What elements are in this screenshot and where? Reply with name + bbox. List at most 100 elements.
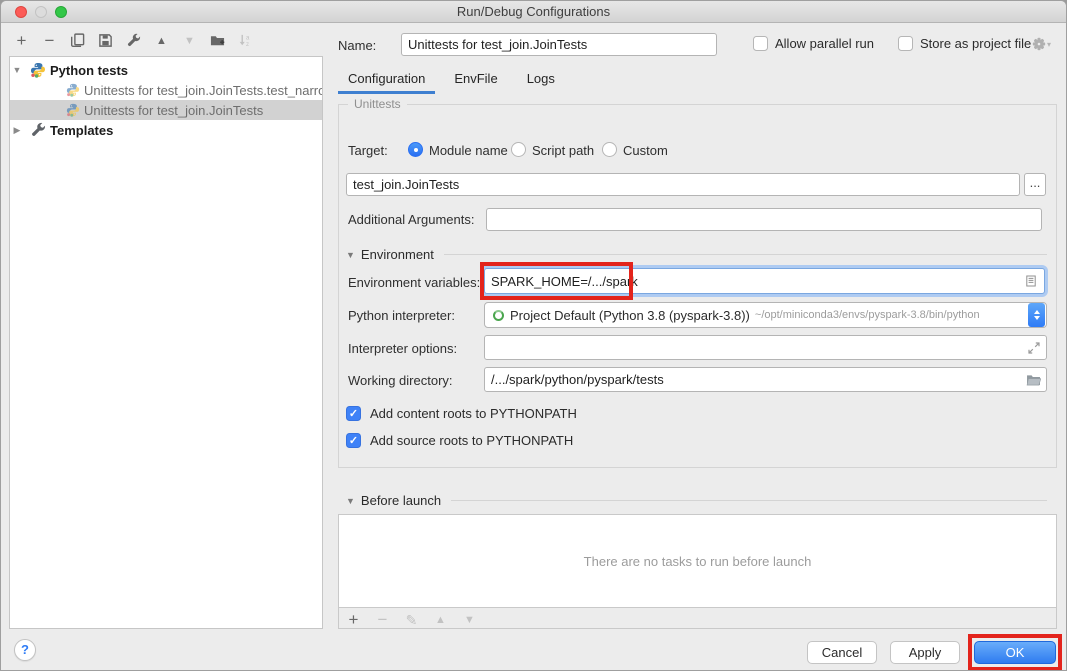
expand-field-button[interactable] bbox=[1027, 341, 1041, 355]
new-folder-icon bbox=[210, 33, 225, 48]
sort-configurations-button[interactable] bbox=[237, 32, 254, 49]
minimize-window-icon[interactable] bbox=[35, 6, 47, 18]
remove-task-button[interactable]: − bbox=[374, 612, 391, 629]
chevron-down-icon: ▼ bbox=[346, 250, 355, 260]
python-test-icon bbox=[66, 103, 80, 117]
tab-envfile[interactable]: EnvFile bbox=[444, 67, 507, 94]
module-name-input[interactable] bbox=[346, 173, 1020, 196]
remove-configuration-button[interactable]: − bbox=[41, 32, 58, 49]
allow-parallel-run-label: Allow parallel run bbox=[775, 36, 874, 51]
radio-custom[interactable] bbox=[602, 142, 617, 157]
interpreter-path: ~/opt/miniconda3/envs/pyspark-3.8/bin/py… bbox=[755, 309, 1028, 321]
checkbox-unchecked-icon bbox=[753, 36, 768, 51]
tree-item-label: Unittests for test_join.JoinTests.test_n… bbox=[84, 83, 322, 98]
tab-configuration[interactable]: Configuration bbox=[338, 67, 435, 94]
save-configuration-button[interactable] bbox=[97, 32, 114, 49]
unittests-group-title: Unittests bbox=[348, 97, 407, 111]
store-options-button[interactable]: ▾ bbox=[1032, 37, 1051, 51]
store-as-project-file-checkbox[interactable]: Store as project file bbox=[898, 36, 1031, 51]
edit-env-vars-button[interactable] bbox=[1024, 274, 1038, 288]
additional-arguments-input[interactable] bbox=[486, 208, 1042, 231]
before-launch-section-header[interactable]: ▼ Before launch bbox=[346, 493, 1047, 508]
radio-custom-label: Custom bbox=[623, 143, 668, 158]
before-launch-toolbar: + − ✎ ▲ ▼ bbox=[345, 610, 478, 630]
zoom-window-icon[interactable] bbox=[55, 6, 67, 18]
allow-parallel-run-checkbox[interactable]: Allow parallel run bbox=[753, 36, 874, 51]
tree-item-templates[interactable]: ▶ Templates bbox=[10, 120, 322, 140]
interpreter-value: Project Default (Python 3.8 (pyspark-3.8… bbox=[510, 308, 750, 323]
add-content-roots-label: Add content roots to PYTHONPATH bbox=[370, 406, 577, 421]
add-source-roots-checkbox[interactable]: ✓ Add source roots to PYTHONPATH bbox=[346, 433, 573, 448]
radio-module-name[interactable] bbox=[408, 142, 423, 157]
sort-az-icon bbox=[238, 33, 253, 48]
before-launch-task-list[interactable]: There are no tasks to run before launch bbox=[339, 515, 1056, 608]
chevron-down-icon[interactable]: ▼ bbox=[10, 65, 24, 75]
wrench-icon bbox=[126, 33, 141, 48]
save-icon bbox=[98, 33, 113, 48]
dropdown-stepper-icon[interactable] bbox=[1028, 303, 1045, 327]
name-label: Name: bbox=[338, 38, 376, 53]
section-divider bbox=[451, 500, 1047, 501]
working-directory-input[interactable] bbox=[484, 367, 1047, 392]
name-input[interactable] bbox=[401, 33, 717, 56]
python-interpreter-label: Python interpreter: bbox=[348, 308, 455, 323]
add-configuration-button[interactable]: + bbox=[13, 32, 30, 49]
configurations-toolbar: + − ▲ ▼ bbox=[13, 32, 254, 49]
folder-icon bbox=[1026, 374, 1041, 386]
add-content-roots-checkbox[interactable]: ✓ Add content roots to PYTHONPATH bbox=[346, 406, 577, 421]
copy-icon bbox=[70, 33, 85, 48]
working-directory-label: Working directory: bbox=[348, 373, 453, 388]
target-label: Target: bbox=[348, 143, 388, 158]
config-tabs: Configuration EnvFile Logs bbox=[338, 67, 574, 94]
before-launch-panel: There are no tasks to run before launch … bbox=[338, 514, 1057, 629]
section-divider bbox=[444, 254, 1047, 255]
cancel-button[interactable]: Cancel bbox=[807, 641, 877, 664]
configurations-tree: ▼ Python tests Unittests for test_join.J… bbox=[9, 56, 323, 629]
chevron-down-icon: ▾ bbox=[1047, 40, 1051, 49]
tree-item-label: Python tests bbox=[50, 63, 128, 78]
additional-arguments-label: Additional Arguments: bbox=[348, 212, 474, 227]
interpreter-options-label: Interpreter options: bbox=[348, 341, 457, 356]
apply-button[interactable]: Apply bbox=[890, 641, 960, 664]
checkbox-checked-icon: ✓ bbox=[346, 433, 361, 448]
interpreter-options-input[interactable] bbox=[484, 335, 1047, 360]
python-test-icon bbox=[66, 83, 80, 97]
browse-directory-button[interactable] bbox=[1025, 373, 1041, 387]
empty-tasks-message: There are no tasks to run before launch bbox=[584, 554, 812, 569]
env-vars-list-icon bbox=[1025, 275, 1037, 287]
window-title: Run/Debug Configurations bbox=[1, 1, 1066, 22]
add-task-button[interactable]: + bbox=[345, 612, 362, 629]
gear-icon bbox=[1032, 37, 1046, 51]
edit-task-button[interactable]: ✎ bbox=[403, 612, 420, 629]
radio-script-path[interactable] bbox=[511, 142, 526, 157]
tree-item-jointests[interactable]: Unittests for test_join.JoinTests bbox=[10, 100, 322, 120]
run-debug-configurations-dialog: Run/Debug Configurations + − ▲ ▼ ▼ Pytho… bbox=[0, 0, 1067, 671]
close-window-icon[interactable] bbox=[15, 6, 27, 18]
move-task-up-button[interactable]: ▲ bbox=[432, 612, 449, 629]
copy-configuration-button[interactable] bbox=[69, 32, 86, 49]
titlebar: Run/Debug Configurations bbox=[1, 1, 1066, 23]
create-folder-button[interactable] bbox=[209, 32, 226, 49]
tree-item-python-tests[interactable]: ▼ Python tests bbox=[10, 60, 322, 80]
python-tests-icon bbox=[30, 62, 46, 78]
tab-logs[interactable]: Logs bbox=[517, 67, 565, 94]
radio-module-name-label: Module name bbox=[429, 143, 508, 158]
move-task-down-button[interactable]: ▼ bbox=[461, 612, 478, 629]
browse-module-button[interactable]: ... bbox=[1024, 173, 1046, 196]
move-up-button[interactable]: ▲ bbox=[153, 32, 170, 49]
before-launch-label: Before launch bbox=[361, 493, 441, 508]
edit-templates-button[interactable] bbox=[125, 32, 142, 49]
radio-script-path-label: Script path bbox=[532, 143, 594, 158]
conda-env-icon bbox=[493, 310, 504, 321]
add-source-roots-label: Add source roots to PYTHONPATH bbox=[370, 433, 573, 448]
tree-item-label: Templates bbox=[50, 123, 113, 138]
environment-section-header[interactable]: ▼ Environment bbox=[346, 247, 1047, 262]
checkbox-checked-icon: ✓ bbox=[346, 406, 361, 421]
move-down-button[interactable]: ▼ bbox=[181, 32, 198, 49]
chevron-right-icon[interactable]: ▶ bbox=[10, 125, 24, 136]
store-as-project-file-label: Store as project file bbox=[920, 36, 1031, 51]
tree-item-test-narrow[interactable]: Unittests for test_join.JoinTests.test_n… bbox=[10, 80, 322, 100]
python-interpreter-select[interactable]: Project Default (Python 3.8 (pyspark-3.8… bbox=[484, 302, 1047, 328]
help-button[interactable]: ? bbox=[14, 639, 36, 661]
chevron-down-icon: ▼ bbox=[346, 496, 355, 506]
